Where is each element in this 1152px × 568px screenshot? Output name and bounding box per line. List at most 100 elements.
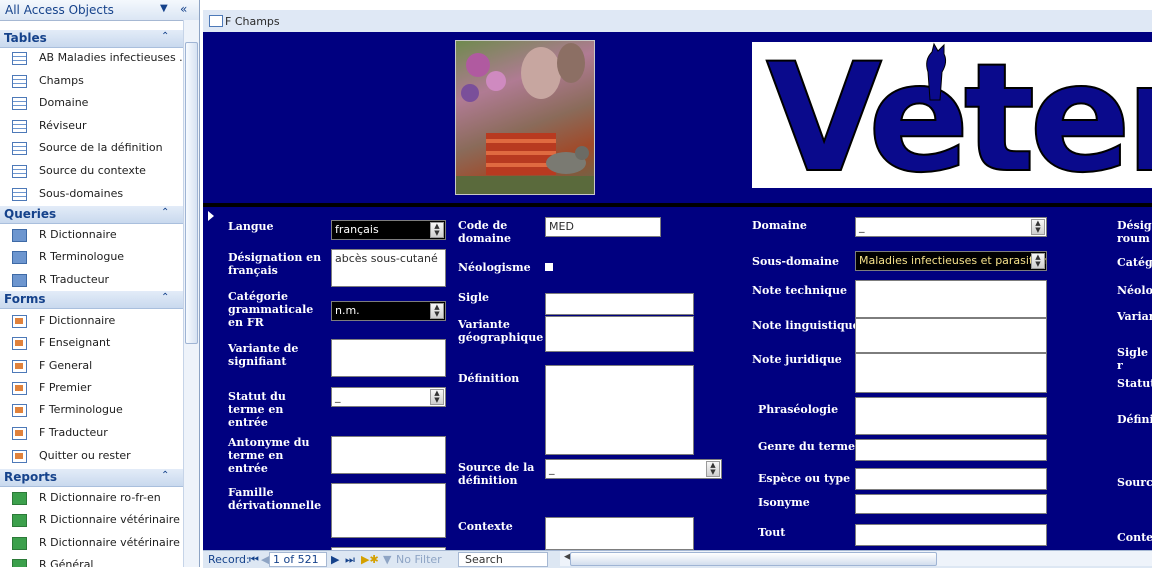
langue-combo[interactable]: français ▲ ▼	[331, 220, 446, 240]
nav-item-form[interactable]: F Dictionnaire	[0, 310, 183, 332]
nav-item-table[interactable]: Réviseur	[0, 115, 183, 137]
label-neologisme: Néologisme	[458, 261, 531, 274]
famille-field[interactable]	[331, 483, 446, 538]
form-icon	[12, 450, 27, 463]
designation-field[interactable]: abcès sous-cutané	[331, 249, 446, 287]
record-selector[interactable]	[203, 207, 212, 550]
nav-item-form[interactable]: F Enseignant	[0, 332, 183, 354]
note-linguistique-field[interactable]	[855, 318, 1047, 353]
collapse-group-icon[interactable]: ⌃	[161, 292, 169, 303]
nav-item-report[interactable]: R Dictionnaire vétérinaire ...	[0, 532, 183, 554]
group-forms[interactable]: Forms ⌃	[0, 291, 183, 309]
group-reports[interactable]: Reports ⌃	[0, 469, 183, 487]
report-icon	[12, 492, 27, 505]
tout-field[interactable]	[855, 524, 1047, 546]
label-col4-neologisme: Néolog	[1117, 284, 1152, 297]
note-technique-field[interactable]	[855, 280, 1047, 318]
nav-item-table[interactable]: Source du contexte	[0, 160, 183, 182]
new-record-icon[interactable]: ▶✱	[361, 553, 379, 566]
first-record-icon[interactable]: ⏮	[249, 553, 259, 567]
variante-geo-field[interactable]	[545, 316, 694, 352]
query-icon	[12, 229, 27, 242]
source-def-combo[interactable]: _ ▲ ▼	[545, 459, 722, 479]
nav-item-report[interactable]: R Dictionnaire ro-fr-en	[0, 487, 183, 509]
dropdown-arrow-icon[interactable]: ▲ ▼	[1031, 219, 1045, 235]
horizontal-scroll-thumb[interactable]	[570, 552, 937, 566]
group-tables[interactable]: Tables ⌃	[0, 30, 183, 48]
nav-item-label: F Traducteur	[39, 426, 108, 439]
collapse-group-icon[interactable]: ⌃	[161, 31, 169, 42]
search-box[interactable]: Search	[465, 553, 503, 566]
espece-field[interactable]	[855, 468, 1047, 490]
label-contexte: Contexte	[458, 520, 513, 533]
nav-item-label: Réviseur	[39, 119, 87, 132]
nav-item-table[interactable]: Source de la définition	[0, 137, 183, 159]
genre-field[interactable]	[855, 439, 1047, 461]
nav-item-form[interactable]: Quitter ou rester	[0, 445, 183, 467]
isonyme-field[interactable]	[855, 494, 1047, 514]
code-domaine-field[interactable]: MED	[545, 217, 661, 237]
form-icon	[209, 15, 223, 27]
nav-item-label: R Dictionnaire	[39, 228, 117, 241]
no-filter-indicator[interactable]: No Filter	[396, 553, 442, 566]
nav-item-form[interactable]: F General	[0, 355, 183, 377]
nav-item-query[interactable]: R Dictionnaire	[0, 224, 183, 246]
nav-item-label: Domaine	[39, 96, 89, 109]
nav-pane-header[interactable]: All Access Objects ▼ «	[0, 0, 199, 21]
table-icon	[12, 120, 27, 133]
label-sous-domaine: Sous-domaine	[752, 255, 840, 268]
nav-item-table[interactable]: Domaine	[0, 92, 183, 114]
neologisme-checkbox[interactable]	[545, 263, 553, 271]
antonyme-field[interactable]	[331, 436, 446, 474]
label-col4-source: Source	[1117, 476, 1152, 489]
label-col4-contexte: Conte	[1117, 531, 1152, 544]
nav-item-query[interactable]: R Traducteur	[0, 269, 183, 291]
dropdown-arrow-icon[interactable]: ▲ ▼	[430, 389, 444, 405]
current-record-arrow-icon	[208, 211, 214, 221]
label-statut: Statut du terme en entrée	[228, 390, 286, 429]
nav-item-form[interactable]: F Traducteur	[0, 422, 183, 444]
table-icon	[12, 142, 27, 155]
nav-item-table[interactable]: Sous-domaines	[0, 183, 183, 205]
nav-item-report[interactable]: R Général	[0, 554, 183, 567]
definition-field[interactable]	[545, 365, 694, 455]
sous-domaine-combo[interactable]: Maladies infectieuses et parasitaires ▲ ▼	[855, 251, 1047, 271]
label-definition: Définition	[458, 372, 520, 385]
nav-item-query[interactable]: R Terminologue	[0, 246, 183, 268]
note-juridique-field[interactable]	[855, 353, 1047, 393]
group-queries[interactable]: Queries ⌃	[0, 206, 183, 224]
last-record-icon[interactable]: ⏭	[345, 553, 355, 567]
collapse-pane-icon[interactable]: «	[180, 2, 187, 16]
document-tab[interactable]: F Champs	[203, 10, 1152, 33]
nav-item-report[interactable]: R Dictionnaire vétérinaire	[0, 509, 183, 531]
record-position-field[interactable]: 1 of 521	[273, 553, 319, 566]
contexte-field[interactable]	[545, 517, 694, 550]
collapse-group-icon[interactable]: ⌃	[161, 470, 169, 481]
nav-item-table[interactable]: Champs	[0, 70, 183, 92]
phraseologie-field[interactable]	[855, 397, 1047, 435]
variante-signifiant-field[interactable]	[331, 339, 446, 377]
nav-item-table[interactable]: AB Maladies infectieuses ...	[0, 47, 183, 69]
nav-item-form[interactable]: F Premier	[0, 377, 183, 399]
collapse-group-icon[interactable]: ⌃	[161, 207, 169, 218]
table-icon	[12, 52, 27, 65]
categorie-combo[interactable]: n.m. ▲ ▼	[331, 301, 446, 321]
nav-item-form[interactable]: F Terminologue	[0, 399, 183, 421]
form-icon	[12, 382, 27, 395]
dropdown-arrow-icon[interactable]: ▲ ▼	[430, 222, 444, 238]
form-icon	[12, 427, 27, 440]
dropdown-arrow-icon[interactable]: ▲ ▼	[706, 461, 720, 477]
dropdown-arrow-icon[interactable]: ▲ ▼	[1031, 253, 1045, 269]
label-sigle: Sigle	[458, 291, 489, 304]
group-label: Tables	[4, 31, 47, 45]
langue-value: français	[335, 223, 379, 236]
domaine-combo[interactable]: _ ▲ ▼	[855, 217, 1047, 237]
nav-pane-menu-icon[interactable]: ▼	[160, 3, 168, 14]
nav-scroll-thumb[interactable]	[185, 42, 198, 344]
statut-combo[interactable]: _ ▲ ▼	[331, 387, 446, 407]
query-icon	[12, 274, 27, 287]
nav-item-label: Sous-domaines	[39, 187, 124, 200]
sigle-field[interactable]	[545, 293, 694, 315]
dropdown-arrow-icon[interactable]: ▲ ▼	[430, 303, 444, 319]
next-record-icon[interactable]: ▶	[331, 553, 339, 566]
